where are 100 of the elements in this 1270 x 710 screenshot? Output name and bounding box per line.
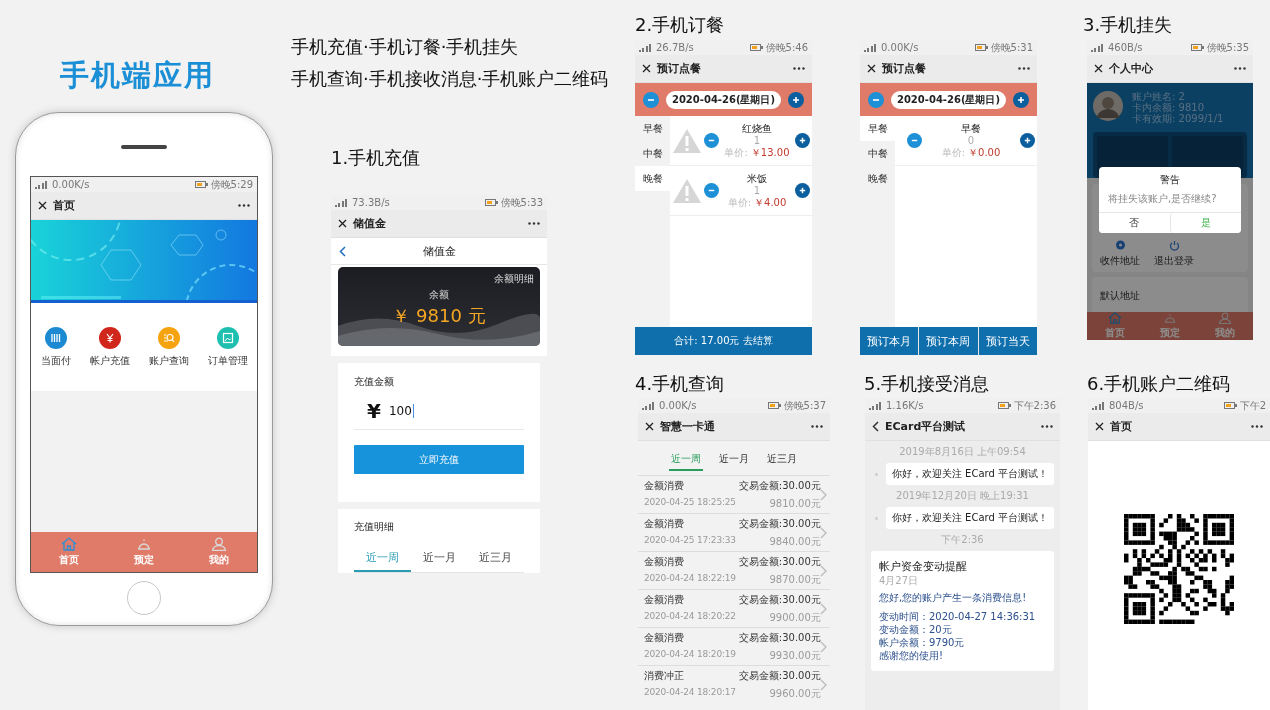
shortcut[interactable]: 退出登录 (1154, 240, 1194, 268)
more-icon[interactable] (238, 204, 250, 207)
meal-tab[interactable]: 晚餐 (860, 166, 895, 191)
feature-shortcut[interactable]: 订单管理 (207, 326, 248, 368)
more-icon[interactable] (1041, 425, 1053, 428)
profile-line: 卡有效期: 2099/1/1 (1132, 113, 1224, 124)
close-icon[interactable] (867, 64, 876, 73)
period-tab[interactable]: 近一月 (717, 449, 751, 471)
transaction-time: 2020-04-24 18:20:22 (644, 610, 736, 623)
chevron-icon (820, 564, 827, 577)
signal-icon (639, 43, 653, 52)
balance-amount: ￥ 9810 元 (392, 304, 486, 328)
period-tab[interactable]: 近三月 (765, 449, 799, 471)
dish-quantity: 1 (753, 184, 761, 197)
plus-icon (791, 94, 802, 105)
notification-text: 变动金额：20元 (879, 623, 953, 636)
transaction-type: 金额消费 (644, 516, 685, 531)
summary-line: 手机查询·手机接收消息·手机账户二维码 (291, 67, 609, 91)
back-icon[interactable] (339, 245, 346, 257)
clock-time: 傍晚5:46 (765, 40, 808, 55)
chevron-icon (820, 488, 827, 501)
more-icon[interactable] (1018, 67, 1030, 70)
power-icon (1168, 240, 1180, 251)
minus-button[interactable] (704, 183, 719, 198)
date-pill: 2020-04-26(星期日) (890, 90, 1007, 109)
dialog-message: 将挂失该账户,是否继续? (1108, 192, 1217, 206)
plus-icon (798, 136, 807, 145)
notification-text: 帐户余额：9790元 (879, 636, 966, 649)
meal-tab[interactable]: 中餐 (635, 141, 670, 166)
section-heading: 4.手机查询 (635, 372, 725, 396)
transaction-amount: 交易金额:30.00元 (738, 630, 821, 645)
transaction-amount: 交易金额:30.00元 (738, 478, 821, 493)
notification-title: 帐户资金变动提醒 (879, 560, 968, 573)
more-icon[interactable] (528, 222, 540, 225)
plus-button[interactable] (788, 91, 805, 108)
close-icon[interactable] (38, 201, 47, 210)
date-pill: 2020-04-26(星期日) (665, 90, 782, 109)
transaction-type: 金额消费 (644, 630, 685, 645)
footer-button[interactable]: 预订本周 (919, 327, 978, 355)
notification-text: 感谢您的使用! (879, 649, 944, 662)
location-pin-icon (1114, 240, 1126, 251)
plus-button[interactable] (795, 133, 810, 148)
balance-detail-link[interactable]: 余额明细 (494, 272, 534, 286)
section-heading: 1.手机充值 (331, 146, 421, 170)
plus-button[interactable] (1013, 91, 1030, 108)
close-icon[interactable] (1094, 64, 1103, 73)
close-icon[interactable] (338, 219, 347, 228)
more-icon[interactable] (1234, 67, 1246, 70)
shortcut[interactable]: 收件地址 (1100, 240, 1140, 268)
clock-time: 傍晚5:33 (500, 195, 543, 210)
clock-time: 傍晚5:35 (1206, 40, 1249, 55)
window-title: 储值金 (353, 216, 387, 231)
minus-button[interactable] (704, 133, 719, 148)
meal-tab[interactable]: 早餐 (860, 116, 895, 141)
transaction-time: 2020-04-24 18:22:19 (644, 572, 736, 585)
feature-shortcut[interactable]: 账户查询 (148, 326, 189, 368)
more-icon[interactable] (1251, 425, 1263, 428)
dish-price: ￥0.00 (968, 146, 1001, 159)
network-speed: 0.00K/s (881, 42, 919, 53)
network-speed: 0.00K/s (659, 400, 697, 411)
clock-time: 傍晚5:29 (210, 177, 253, 192)
close-icon[interactable] (1095, 422, 1104, 431)
window-title: 首页 (53, 198, 76, 213)
amount-field[interactable]: ¥ 100 (354, 399, 524, 430)
minus-button[interactable] (907, 133, 922, 148)
minus-button[interactable] (867, 91, 884, 108)
meal-tab[interactable]: 中餐 (860, 141, 895, 166)
signal-icon (35, 180, 49, 189)
feature-shortcut[interactable]: 帐户充值 (89, 326, 130, 368)
dish-name: 米饭 (747, 172, 767, 185)
meal-tab[interactable]: 早餐 (635, 116, 670, 141)
section-heading: 2.手机订餐 (635, 13, 725, 37)
minus-button[interactable] (642, 91, 659, 108)
close-icon[interactable] (645, 422, 654, 431)
balance-after: 9960.00元 (768, 686, 821, 701)
meal-tab[interactable]: 晚餐 (635, 166, 670, 191)
network-speed: 0.00K/s (52, 179, 90, 190)
back-icon[interactable] (872, 421, 879, 432)
close-icon[interactable] (642, 64, 651, 73)
balance-after: 9930.00元 (768, 648, 821, 663)
dish-quantity: 0 (967, 134, 975, 147)
footer-button[interactable]: 预订本月 (860, 327, 919, 355)
transaction-type: 金额消费 (644, 478, 685, 493)
plus-button[interactable] (795, 183, 810, 198)
battery-icon (749, 44, 763, 51)
period-tab[interactable]: 近一月 (410, 544, 468, 572)
transaction-time: 2020-04-24 18:20:17 (644, 686, 736, 699)
signal-icon (1092, 401, 1106, 410)
footer-button[interactable]: 预订当天 (978, 327, 1037, 355)
more-icon[interactable] (793, 67, 805, 70)
footer-button[interactable]: 合计: 17.00元 去结算 (635, 327, 812, 355)
network-speed: 804B/s (1109, 400, 1144, 411)
feature-shortcut[interactable]: 当面付 (40, 326, 71, 368)
more-icon[interactable] (811, 425, 823, 428)
plus-button[interactable] (1020, 133, 1035, 148)
balance-after: 9840.00元 (768, 534, 821, 549)
period-tab[interactable]: 近三月 (467, 544, 524, 572)
window-title: 个人中心 (1109, 61, 1154, 76)
clock-time: 傍晚5:31 (990, 40, 1033, 55)
transaction-time: 2020-04-25 17:23:33 (644, 534, 736, 547)
